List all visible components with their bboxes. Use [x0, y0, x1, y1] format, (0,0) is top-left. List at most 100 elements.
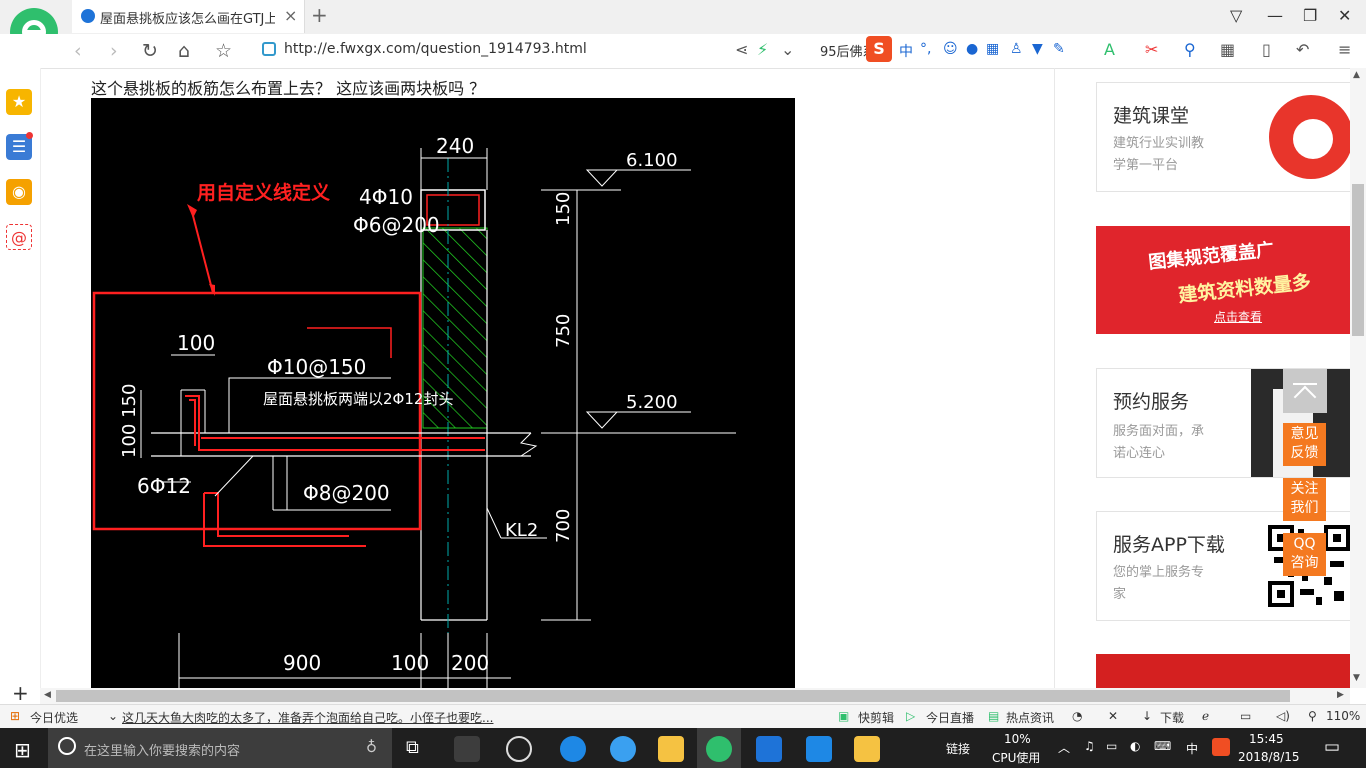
- windows-start-icon[interactable]: ⊞: [14, 738, 31, 762]
- download-link[interactable]: 下载: [1160, 709, 1184, 726]
- news-ticker-link[interactable]: 这几天大鱼大肉吃的太多了，准备弄个泡面给自己吃。小侄子也要吃...: [122, 709, 493, 726]
- undo-icon[interactable]: ↶: [1296, 40, 1309, 59]
- quick-clip-link[interactable]: 快剪辑: [858, 709, 894, 726]
- task-view-icon[interactable]: ⧉: [406, 737, 419, 758]
- new-tab-icon[interactable]: +: [311, 3, 328, 27]
- dropdown-chevron-icon[interactable]: ⌄: [781, 40, 794, 59]
- forward-icon[interactable]: ›: [110, 40, 118, 62]
- dim-100-bottom-label: 100: [391, 651, 429, 675]
- ime-tray[interactable]: 中: [1186, 740, 1198, 757]
- scroll-down-arrow-icon[interactable]: ▼: [1353, 673, 1360, 683]
- vertical-scroll-thumb[interactable]: [1352, 184, 1364, 336]
- scroll-left-arrow-icon[interactable]: ◀: [44, 690, 51, 700]
- mic-icon[interactable]: ●: [966, 41, 978, 57]
- tray-chevron-icon[interactable]: ︿: [1058, 739, 1070, 756]
- zoom-level[interactable]: 110%: [1326, 709, 1360, 723]
- emoji-icon[interactable]: ☺: [943, 41, 958, 57]
- skin-shirt-icon[interactable]: ▼: [1032, 41, 1043, 57]
- back-to-top-button[interactable]: [1283, 369, 1327, 413]
- taskbar-search-placeholder: 在这里输入你要搜索的内容: [84, 744, 241, 759]
- elevation-6100: 6.100: [626, 150, 678, 171]
- speedometer-icon[interactable]: ◔: [1072, 709, 1082, 723]
- device-icon[interactable]: ▯: [1262, 40, 1271, 59]
- 360-browser-taskbar-icon[interactable]: [706, 736, 732, 762]
- horizontal-scroll-thumb[interactable]: [56, 690, 1290, 702]
- left-sidebar: [0, 68, 41, 708]
- add-sidebar-icon[interactable]: +: [12, 681, 29, 705]
- dim-200-label: 200: [451, 651, 489, 675]
- battery-icon[interactable]: ▭: [1106, 739, 1117, 753]
- url-text[interactable]: http://e.fwxgx.com/question_1914793.html: [284, 41, 587, 57]
- search-icon[interactable]: ⚲: [1184, 40, 1196, 59]
- banner-link[interactable]: 点击查看: [1214, 308, 1262, 325]
- menu-icon[interactable]: ≡: [1338, 40, 1351, 59]
- network-icon[interactable]: ◐: [1130, 739, 1140, 753]
- clock-date[interactable]: 2018/8/15: [1238, 750, 1300, 764]
- clock-time[interactable]: 15:45: [1249, 732, 1284, 746]
- lightning-icon[interactable]: ⚡: [757, 40, 768, 59]
- today-pick-link[interactable]: 今日优选: [30, 709, 78, 726]
- keyboard-tray-icon[interactable]: ⌨: [1154, 739, 1171, 753]
- content-divider: [1054, 68, 1055, 688]
- follow-us-button[interactable]: 关注 我们: [1283, 478, 1326, 521]
- scroll-right-arrow-icon[interactable]: ▶: [1337, 690, 1344, 700]
- apps-grid-icon[interactable]: ▦: [1220, 40, 1235, 59]
- feedback-button[interactable]: 意见 反馈: [1283, 423, 1326, 466]
- browser-e-icon[interactable]: [506, 736, 532, 762]
- plus-app-icon[interactable]: [806, 736, 832, 762]
- refresh-icon[interactable]: ↻: [142, 40, 158, 62]
- translate-icon[interactable]: A: [1104, 40, 1115, 59]
- maximize-icon[interactable]: ❐: [1303, 6, 1317, 25]
- back-icon[interactable]: ‹: [74, 40, 82, 62]
- elevation-5200: 5.200: [626, 392, 678, 413]
- share-icon[interactable]: ⋖: [735, 40, 748, 59]
- cad-drawing-svg: 240 4Φ10 Φ6@200 用自定义线定义 6.100 5.200 150 …: [92, 134, 736, 688]
- card-architecture-class[interactable]: 建筑课堂 建筑行业实训教 学第一平台: [1096, 82, 1352, 192]
- user-icon[interactable]: ♙: [1010, 41, 1023, 57]
- screenshot-scissors-icon[interactable]: ✂: [1145, 40, 1158, 59]
- tray-bell-icon[interactable]: ♫: [1084, 739, 1095, 753]
- window-icon[interactable]: ▭: [1240, 709, 1251, 723]
- microphone-icon[interactable]: ♁: [366, 738, 377, 756]
- tab-close-icon[interactable]: ×: [284, 6, 297, 25]
- action-center-icon[interactable]: ▭: [1324, 737, 1340, 757]
- email-at-icon[interactable]: @: [6, 224, 32, 250]
- question-text: 这个悬挑板的板筋怎么布置上去？ 这应该画两块板吗 ？: [91, 79, 486, 98]
- scroll-up-arrow-icon[interactable]: ▲: [1353, 70, 1360, 80]
- close-window-icon[interactable]: ✕: [1338, 6, 1351, 25]
- red-ad-strip[interactable]: [1096, 654, 1350, 690]
- ime-mode[interactable]: 中: [899, 41, 913, 61]
- g-app-icon[interactable]: [756, 736, 782, 762]
- edge-icon[interactable]: [560, 736, 586, 762]
- notepad-app-icon[interactable]: [854, 736, 880, 762]
- fan-app-icon[interactable]: [454, 736, 480, 762]
- dim-150-label: 150: [553, 192, 574, 226]
- cad-drawing-image: 240 4Φ10 Φ6@200 用自定义线定义 6.100 5.200 150 …: [91, 98, 795, 688]
- zoom-icon[interactable]: ⚲: [1308, 709, 1317, 723]
- today-live-link[interactable]: 今日直播: [926, 709, 974, 726]
- punctuation-icon[interactable]: °,: [920, 41, 931, 57]
- rebar-6phi12-label: 6Φ12: [137, 474, 191, 498]
- favorite-star-icon[interactable]: ☆: [215, 40, 232, 62]
- volume-icon[interactable]: ◁): [1276, 709, 1290, 723]
- home-icon[interactable]: ⌂: [178, 40, 190, 62]
- qq-label-2: 咨询: [1290, 555, 1319, 571]
- minimize-icon[interactable]: —: [1267, 6, 1283, 25]
- hot-news-link[interactable]: 热点资讯: [1006, 709, 1054, 726]
- ie-compat-icon[interactable]: ℯ: [1202, 709, 1209, 723]
- sogou-ime-icon[interactable]: S: [866, 36, 892, 62]
- banner-line1: 图集规范覆盖广: [1147, 239, 1275, 274]
- pin-icon[interactable]: ✕: [1108, 709, 1118, 723]
- sogou-tray-icon[interactable]: [1212, 738, 1230, 756]
- qq-consult-button[interactable]: QQ 咨询: [1283, 533, 1326, 576]
- tools-icon[interactable]: ✎: [1053, 41, 1065, 57]
- favorites-star-icon[interactable]: ★: [6, 89, 32, 115]
- weibo-icon[interactable]: ◉: [6, 179, 32, 205]
- keyboard-icon[interactable]: ▦: [986, 41, 999, 57]
- skin-icon[interactable]: ▽: [1230, 6, 1242, 25]
- file-explorer-icon[interactable]: [658, 736, 684, 762]
- taskbar-link[interactable]: 链接: [946, 740, 970, 757]
- atlas-banner[interactable]: 图集规范覆盖广 建筑资料数量多 点击查看: [1096, 226, 1350, 334]
- ie-icon[interactable]: [610, 736, 636, 762]
- vertical-scrollbar[interactable]: [1350, 68, 1366, 688]
